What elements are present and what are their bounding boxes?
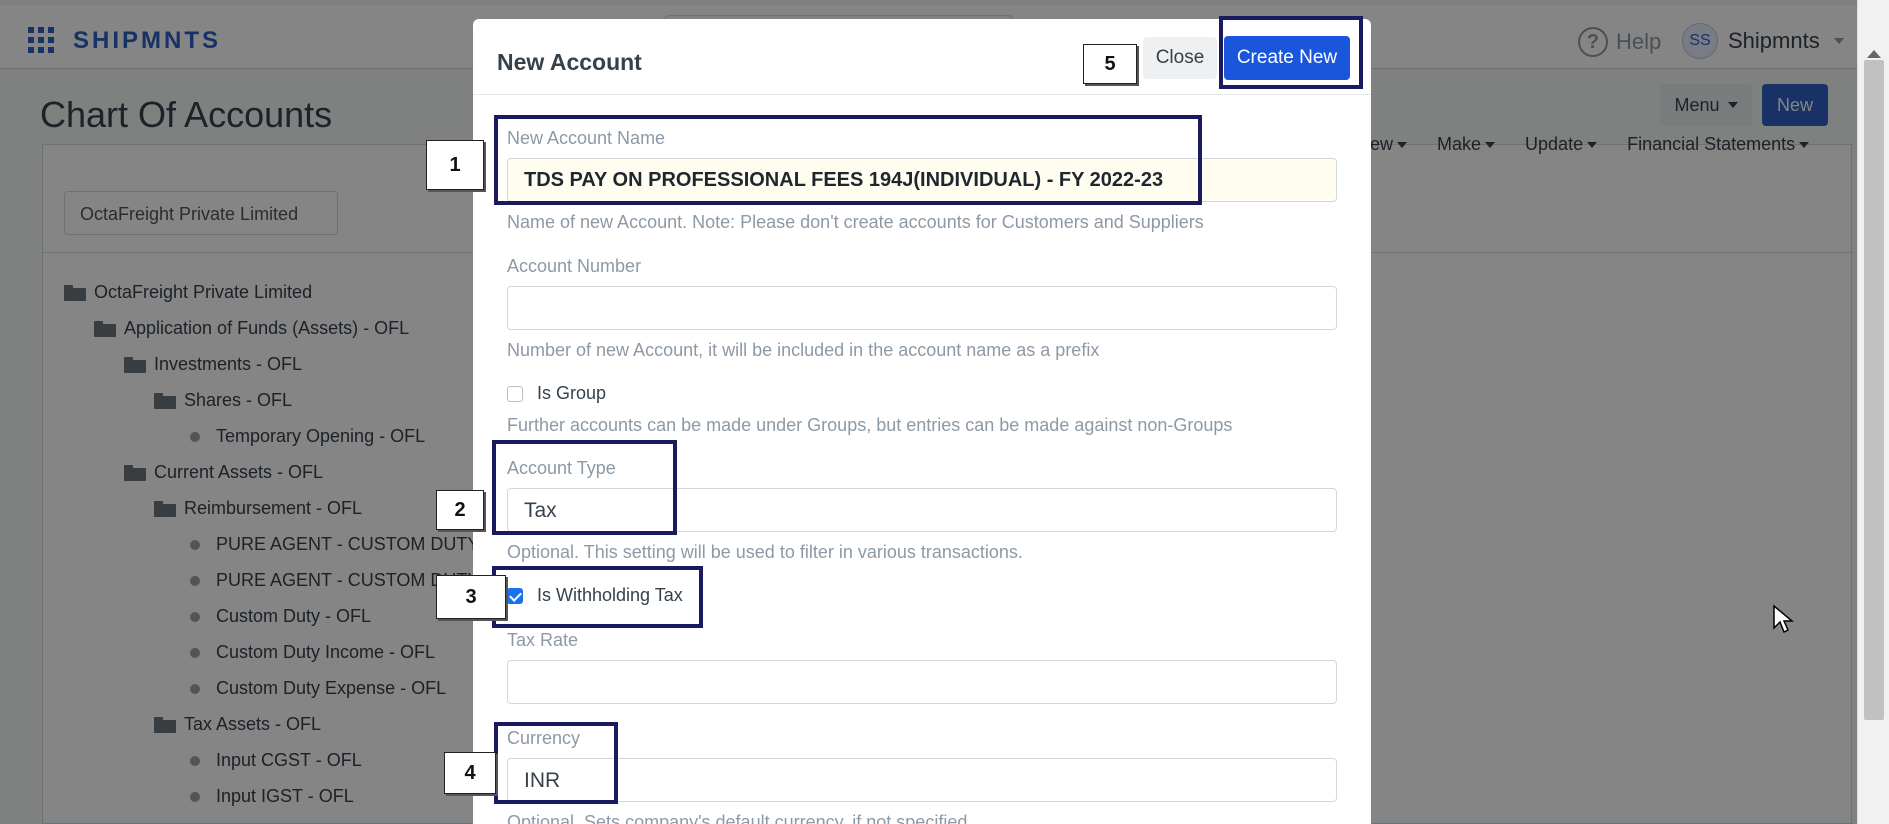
account-type-select[interactable]: Tax: [507, 488, 1337, 532]
tax-rate-label: Tax Rate: [507, 630, 579, 650]
annotation-number-5: 5: [1083, 44, 1137, 84]
scroll-up-icon[interactable]: [1867, 50, 1881, 58]
currency-help: Optional. Sets company's default currenc…: [507, 812, 968, 824]
scroll-thumb[interactable]: [1864, 60, 1884, 720]
account-name-input[interactable]: TDS PAY ON PROFESSIONAL FEES 194J(INDIVI…: [507, 158, 1337, 202]
mouse-cursor-icon: [1773, 604, 1794, 634]
account-type-help: Optional. This setting will be used to f…: [507, 542, 1023, 562]
annotation-number-4: 4: [444, 752, 496, 794]
new-account-dialog: New Account Close Create New New Account…: [473, 19, 1371, 824]
account-type-label: Account Type: [507, 458, 616, 478]
dialog-title: New Account: [497, 49, 642, 75]
annotation-number-3: 3: [436, 575, 506, 619]
dialog-header: New Account Close Create New: [473, 19, 1371, 95]
is-group-help: Further accounts can be made under Group…: [507, 415, 1233, 435]
currency-label: Currency: [507, 728, 581, 748]
is-group-checkbox[interactable]: [507, 385, 523, 402]
account-number-label: Account Number: [507, 256, 642, 276]
annotation-number-2: 2: [436, 490, 484, 530]
annotation-number-1: 1: [426, 140, 484, 190]
create-new-button[interactable]: Create New: [1224, 36, 1350, 80]
is-withholding-tax-checkbox[interactable]: [507, 587, 523, 604]
page-scrollbar[interactable]: [1857, 0, 1889, 824]
is-group-label: Is Group: [537, 383, 607, 403]
is-group-row[interactable]: Is Group: [507, 383, 606, 404]
account-name-label: New Account Name: [507, 128, 666, 148]
is-withholding-tax-label: Is Withholding Tax: [537, 585, 683, 605]
close-button[interactable]: Close: [1143, 37, 1217, 79]
account-number-input[interactable]: [507, 286, 1337, 330]
currency-select[interactable]: INR: [507, 758, 1337, 802]
tax-rate-input[interactable]: [507, 660, 1337, 704]
account-name-help: Name of new Account. Note: Please don't …: [507, 212, 1204, 232]
is-withholding-tax-row[interactable]: Is Withholding Tax: [507, 585, 683, 606]
account-number-help: Number of new Account, it will be includ…: [507, 340, 1100, 360]
